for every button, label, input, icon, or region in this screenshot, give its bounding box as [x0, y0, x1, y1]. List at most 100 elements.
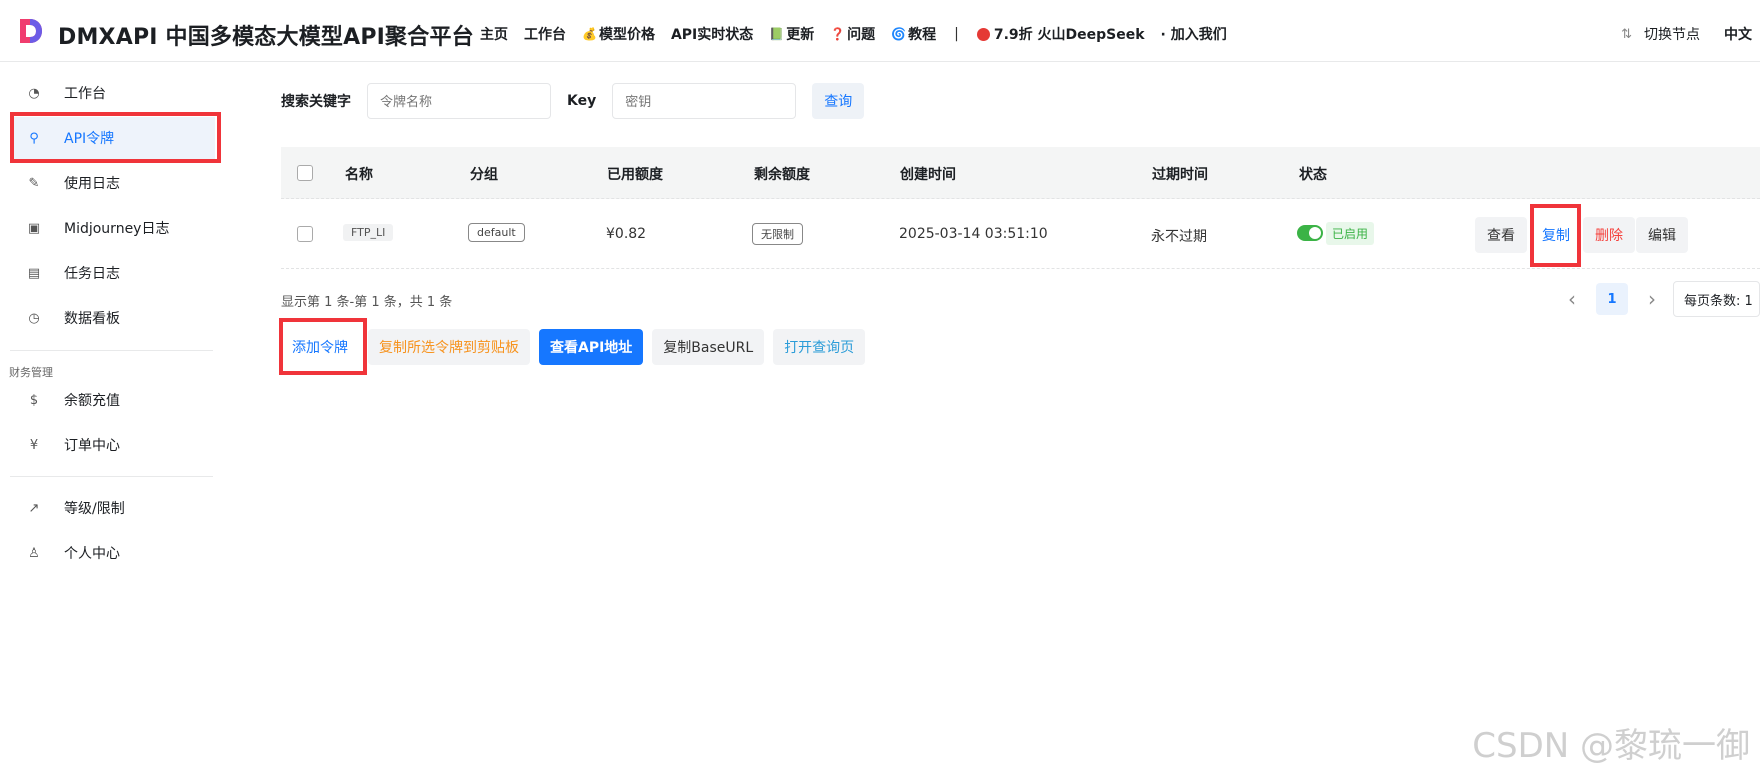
column-header-remaining: 剩余额度	[754, 167, 810, 183]
token-name-input[interactable]	[367, 83, 551, 119]
edit-button[interactable]: 编辑	[1636, 217, 1688, 253]
sidebar-item-label: 个人中心	[64, 546, 120, 562]
query-button[interactable]: 查询	[812, 83, 865, 119]
sidebar-item-usage-log[interactable]: ✎ 使用日志	[10, 162, 215, 204]
delete-button-label: 删除	[1595, 228, 1623, 244]
created-time: 2025-03-14 03:51:10	[899, 226, 1048, 242]
log-icon: ✎	[28, 175, 40, 191]
sidebar-item-workbench[interactable]: ◔ 工作台	[10, 72, 215, 114]
tutorial-icon: 🌀	[891, 27, 907, 41]
nav-pricing[interactable]: 💰 模型价格	[582, 24, 655, 44]
sidebar-item-task-log[interactable]: ▤ 任务日志	[10, 252, 215, 294]
status-toggle[interactable]	[1297, 225, 1323, 241]
table-header: 名称 分组 已用额度 剩余额度 创建时间 过期时间 状态	[281, 147, 1760, 199]
view-api-address-button[interactable]: 查看API地址	[539, 329, 644, 365]
top-nav: 主页 工作台 💰 模型价格 API实时状态 📗 更新 ❓ 问题 🌀 教程 | 7.9折 …	[480, 24, 1243, 44]
sidebar-item-midjourney-log[interactable]: ▣ Midjourney日志	[10, 207, 215, 249]
language-selector[interactable]: 中文	[1724, 24, 1752, 44]
question-icon: ❓	[830, 27, 846, 41]
sidebar-item-label: Midjourney日志	[64, 221, 170, 237]
top-bar: DMXAPI 中国多模态大模型API聚合平台 主页 工作台 💰 模型价格 API实…	[0, 0, 1760, 62]
delete-button[interactable]: 删除	[1583, 217, 1635, 253]
row-checkbox[interactable]	[297, 226, 313, 242]
page-size-select[interactable]: 每页条数: 1	[1673, 281, 1760, 317]
keyword-label: 搜索关键字	[281, 94, 351, 110]
used-quota: ¥0.82	[606, 226, 647, 242]
switch-node-button[interactable]: 切换节点	[1644, 24, 1700, 44]
nav-workbench[interactable]: 工作台	[524, 24, 566, 44]
sidebar-item-level-limit[interactable]: ↗ 等级/限制	[10, 487, 215, 529]
copy-base-url-button[interactable]: 复制BaseURL	[652, 329, 765, 365]
nav-tutorial-label: 教程	[908, 27, 937, 43]
nav-updates[interactable]: 📗 更新	[769, 24, 814, 44]
edit-button-label: 编辑	[1648, 228, 1676, 244]
brand-title[interactable]: DMXAPI 中国多模态大模型API聚合平台	[58, 19, 474, 51]
sidebar-item-recharge[interactable]: $ 余额充值	[10, 379, 215, 421]
logo-icon[interactable]	[16, 16, 44, 46]
money-bag-icon: 💰	[582, 27, 597, 41]
open-query-page-button[interactable]: 打开查询页	[773, 329, 866, 365]
book-icon: 📗	[769, 27, 785, 41]
nav-separator: |	[954, 26, 959, 42]
token-name: FTP_LI	[343, 224, 394, 241]
group-tag: default	[468, 223, 525, 242]
sidebar-item-data-board[interactable]: ◷ 数据看板	[10, 297, 215, 339]
nav-updates-label: 更新	[786, 27, 815, 43]
page-number-current[interactable]: 1	[1596, 283, 1628, 315]
key-label: Key	[567, 93, 597, 109]
image-icon: ▣	[27, 220, 41, 236]
remaining-quota-tag: 无限制	[752, 223, 803, 245]
nav-faq[interactable]: ❓ 问题	[830, 24, 875, 44]
column-header-group: 分组	[470, 167, 498, 183]
highlight-box-api-token	[10, 112, 221, 163]
coin-icon: $	[29, 392, 39, 408]
nav-tutorial[interactable]: 🌀 教程	[891, 24, 936, 44]
view-button-label: 查看	[1487, 228, 1515, 244]
column-header-status: 状态	[1299, 167, 1327, 183]
nav-workbench-label: 工作台	[524, 27, 566, 43]
nav-home[interactable]: 主页	[480, 24, 508, 44]
select-all-checkbox[interactable]	[297, 165, 313, 181]
copy-selected-button[interactable]: 复制所选令牌到剪贴板	[368, 329, 530, 365]
column-header-expires: 过期时间	[1152, 167, 1208, 183]
nav-api-status[interactable]: API实时状态	[671, 24, 753, 44]
sidebar-item-label: 工作台	[64, 86, 106, 102]
nav-home-label: 主页	[480, 27, 508, 43]
order-icon: ¥	[29, 437, 39, 453]
expire-time: 永不过期	[1151, 229, 1207, 245]
sidebar-item-label: 任务日志	[64, 266, 120, 282]
sidebar-item-profile[interactable]: ♙ 个人中心	[10, 532, 215, 574]
film-icon: ▤	[27, 265, 41, 281]
key-input[interactable]	[612, 83, 797, 119]
nav-pricing-label: 模型价格	[598, 27, 655, 43]
search-bar: 搜索关键字 Key 查询	[281, 83, 865, 119]
pagination-summary: 显示第 1 条-第 1 条，共 1 条	[281, 295, 453, 310]
sidebar-item-label: 余额充值	[64, 393, 120, 409]
sidebar-item-label: 订单中心	[64, 438, 120, 454]
red-dot-icon	[976, 27, 990, 41]
sidebar-item-label: 等级/限制	[64, 501, 125, 517]
nav-join[interactable]: · 加入我们	[1161, 24, 1227, 44]
sidebar-item-orders[interactable]: ¥ 订单中心	[10, 424, 215, 466]
view-button[interactable]: 查看	[1475, 217, 1527, 253]
user-icon: ♙	[28, 545, 40, 561]
chevron-left-icon[interactable]: ‹	[1554, 287, 1590, 311]
highlight-box-copy	[1530, 204, 1581, 267]
clock-icon: ◷	[28, 310, 40, 326]
sidebar: ◔ 工作台 ⚲ API令牌 ✎ 使用日志 ▣ Midjourney日志 ▤ 任务日志 ◷ 数…	[0, 62, 220, 769]
status-badge: 已启用	[1326, 222, 1375, 245]
sidebar-item-label: 数据看板	[64, 311, 120, 327]
nav-promo[interactable]: 7.9折 火山DeepSeek	[976, 24, 1145, 44]
top-right-controls: ⇅ 切换节点 中文	[1621, 24, 1752, 44]
dashboard-icon: ◔	[28, 85, 40, 101]
column-header-created: 创建时间	[900, 167, 956, 183]
sidebar-divider	[10, 350, 213, 351]
pagination: ‹ 1 ›	[1554, 282, 1670, 316]
sidebar-divider	[10, 476, 213, 477]
switch-arrows-icon: ⇅	[1621, 26, 1632, 42]
highlight-box-add-token	[279, 318, 367, 375]
chevron-right-icon[interactable]: ›	[1634, 287, 1670, 311]
watermark: CSDN @黎琉一御	[1472, 726, 1750, 766]
column-header-name: 名称	[345, 167, 373, 183]
nav-faq-label: 问题	[847, 27, 876, 43]
